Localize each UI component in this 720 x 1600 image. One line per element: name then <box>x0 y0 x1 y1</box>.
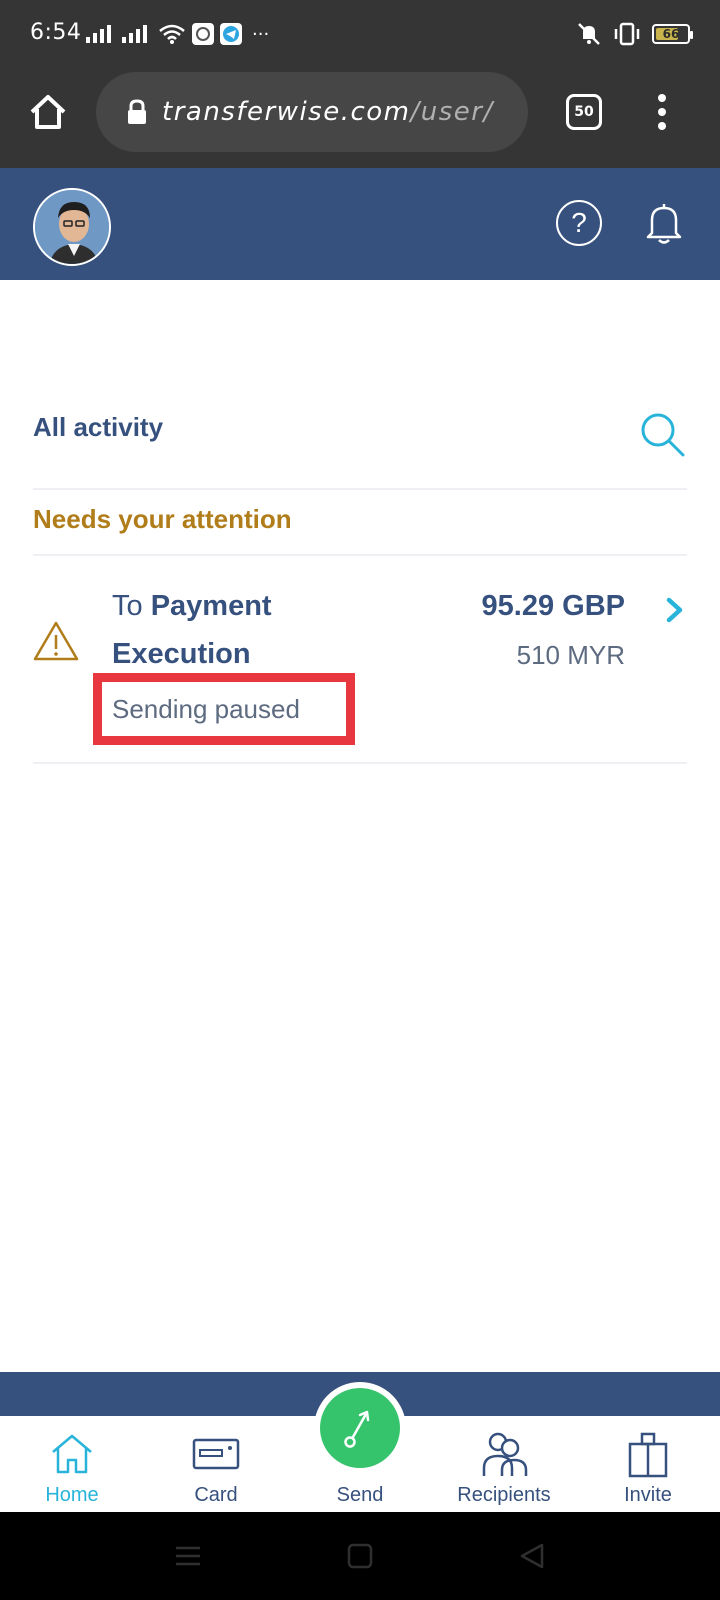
help-button[interactable]: ? <box>556 200 602 246</box>
all-activity-heading: All activity <box>33 412 164 442</box>
recipient-prefix: To <box>112 590 151 622</box>
home-nav-icon[interactable] <box>346 1542 374 1570</box>
notification-icon <box>192 23 214 45</box>
battery-level: 66 <box>662 27 680 41</box>
vibrate-icon <box>614 22 640 46</box>
warning-icon <box>33 621 79 661</box>
signal-icon <box>86 25 111 43</box>
more-dots-icon: ··· <box>252 23 270 45</box>
url-text: transferwise.com/user/ <box>162 97 494 127</box>
status-bar: 6:54 ··· 66 <box>0 0 720 70</box>
nav-home-label: Home <box>45 1484 99 1506</box>
search-icon[interactable] <box>638 410 688 460</box>
send-button[interactable] <box>314 1382 406 1474</box>
status-highlight-box: Sending paused <box>93 673 355 745</box>
nav-card[interactable]: Card <box>170 1416 262 1512</box>
lock-icon <box>128 99 146 124</box>
recent-apps-icon[interactable] <box>174 1542 202 1570</box>
nav-send-label: Send <box>336 1484 384 1506</box>
browser-menu-icon[interactable] <box>652 90 672 134</box>
nav-invite[interactable]: Invite <box>602 1416 694 1512</box>
transfer-status: Sending paused <box>112 693 300 724</box>
status-right-icons: 66 <box>576 20 693 48</box>
address-bar[interactable]: transferwise.com/user/ <box>96 72 528 152</box>
system-nav-bar <box>0 1512 720 1600</box>
tab-switcher-button[interactable]: 50 <box>566 94 602 130</box>
recipient-name-line2: Execution <box>112 638 251 670</box>
avatar-photo <box>35 190 109 264</box>
card-icon <box>192 1438 240 1470</box>
divider <box>33 762 687 764</box>
browser-toolbar: transferwise.com/user/ 50 <box>0 70 720 168</box>
url-domain: transferwise.com <box>162 97 411 127</box>
nav-invite-label: Invite <box>624 1484 672 1506</box>
browser-home-icon[interactable] <box>26 90 70 134</box>
amount-received: 510 MYR <box>516 640 625 670</box>
recipients-icon <box>482 1432 528 1476</box>
amount-sent: 95.29 GBP <box>481 590 625 622</box>
wifi-icon <box>159 24 185 44</box>
telegram-icon <box>220 23 242 45</box>
avatar[interactable] <box>33 188 111 266</box>
recipient-name-line1: To Payment <box>112 590 272 623</box>
chevron-right-icon[interactable] <box>664 596 686 624</box>
mute-icon <box>578 23 600 45</box>
nav-recipients-label: Recipients <box>457 1484 551 1506</box>
nav-recipients[interactable]: Recipients <box>444 1416 564 1512</box>
status-left-icons: ··· <box>86 20 269 48</box>
battery-icon: 66 <box>652 24 693 44</box>
divider <box>33 554 687 556</box>
gift-icon <box>628 1432 668 1478</box>
nav-card-label: Card <box>194 1484 238 1506</box>
needs-attention-heading: Needs your attention <box>33 504 292 534</box>
app-header: ? <box>0 168 720 280</box>
back-icon[interactable] <box>518 1542 546 1570</box>
status-time: 6:54 <box>30 20 82 45</box>
send-button-circle <box>320 1388 400 1468</box>
signal-icon <box>122 25 147 43</box>
nav-home[interactable]: Home <box>26 1416 118 1512</box>
notifications-bell-icon[interactable] <box>646 200 682 246</box>
divider <box>33 488 687 490</box>
recipient-name: Payment <box>150 590 272 622</box>
home-icon <box>52 1434 92 1474</box>
send-icon <box>344 1410 370 1448</box>
url-path: /user/ <box>410 97 494 127</box>
